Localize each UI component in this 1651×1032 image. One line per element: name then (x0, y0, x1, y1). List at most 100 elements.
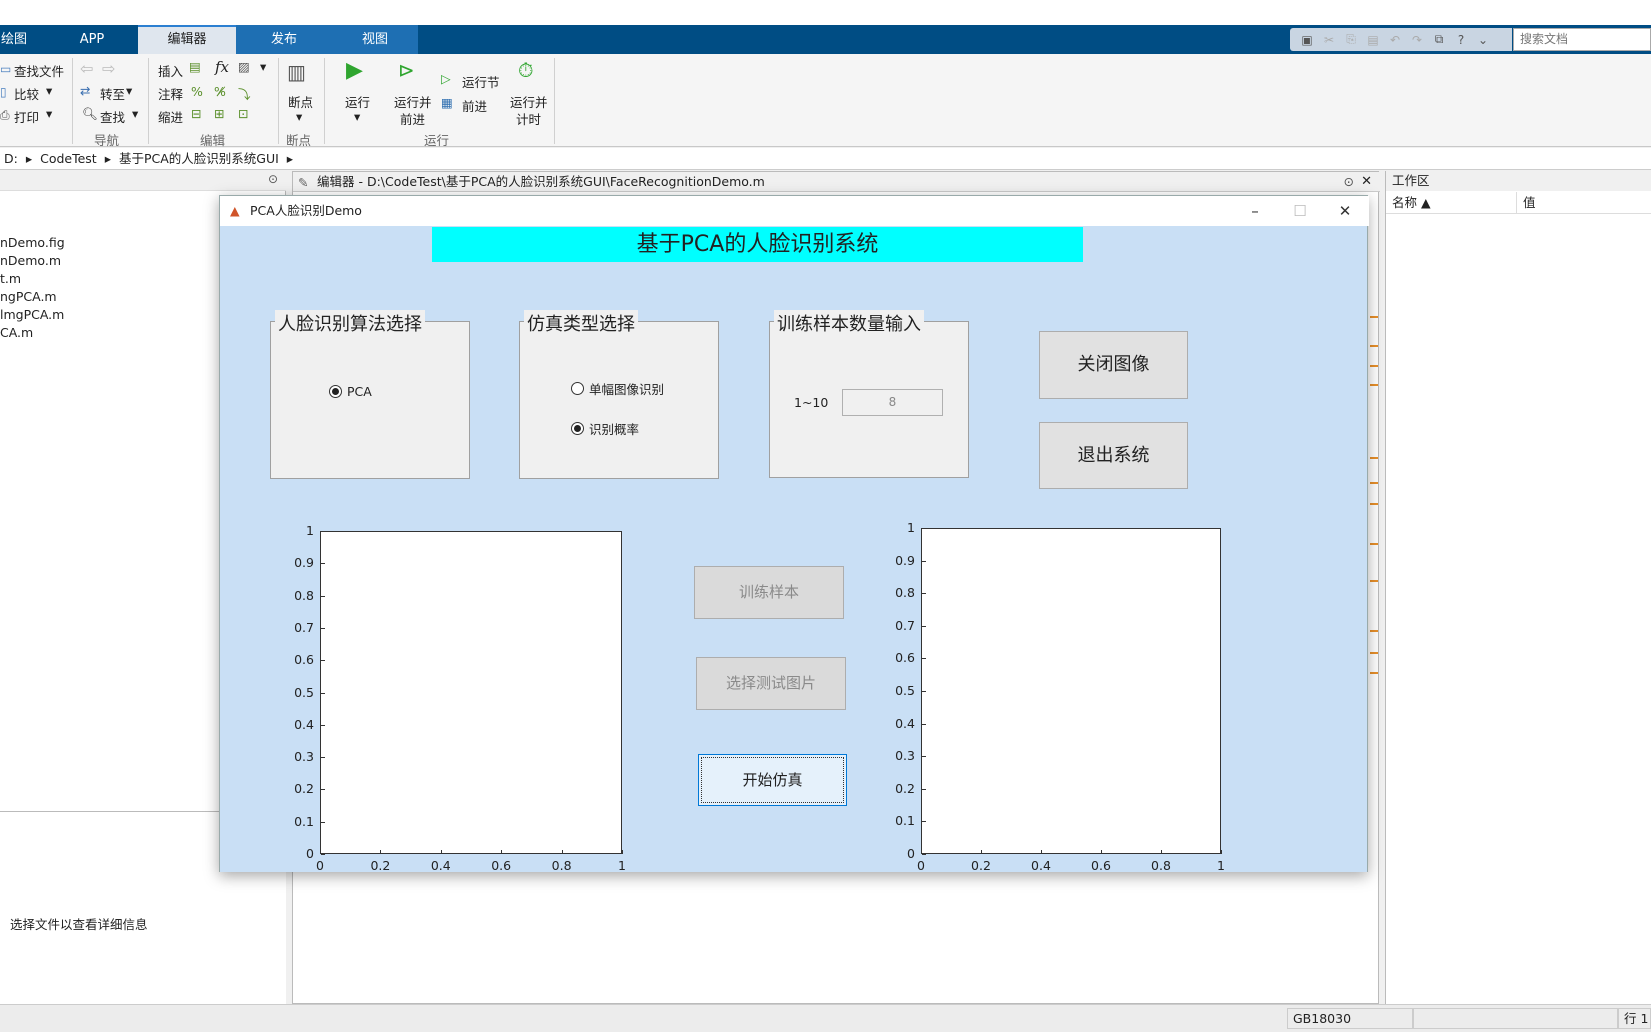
close-icon[interactable]: ✕ (1361, 172, 1372, 192)
code-analyzer-mark[interactable] (1370, 345, 1378, 347)
window-title-bar[interactable]: ▲ PCA人脸识别Demo – ☐ ✕ (220, 196, 1369, 226)
panel-menu-icon[interactable]: ⊙ (1344, 172, 1354, 192)
uncomment-icon[interactable]: %̸ (214, 84, 226, 99)
file-list-item[interactable]: t.m (0, 271, 21, 286)
search-docs-input[interactable]: 搜索文档 (1513, 28, 1651, 51)
file-list-item[interactable]: nDemo.m (0, 253, 61, 268)
cut-icon[interactable]: ✂ (1320, 31, 1338, 49)
percent-icon[interactable]: % (191, 84, 203, 99)
increase-indent-icon[interactable]: ⊡ (238, 106, 248, 121)
switch-window-icon[interactable]: ⧉ (1430, 31, 1448, 49)
file-list-item[interactable]: lmgPCA.m (0, 307, 64, 322)
insert-button[interactable]: 插入 (158, 61, 183, 80)
run-icon[interactable]: ▶ (346, 58, 363, 83)
code-analyzer-mark[interactable] (1370, 316, 1378, 318)
run-section-button[interactable]: 运行节 (462, 72, 500, 91)
x-tick-label: 0.4 (1031, 858, 1051, 873)
code-analyzer-mark[interactable] (1370, 672, 1378, 674)
column-divider[interactable] (1516, 192, 1517, 214)
quick-access-toolbar: ▣ ✂ ⎘ ▤ ↶ ↷ ⧉ ? ⌄ (1290, 28, 1512, 51)
file-list-item[interactable]: nDemo.fig (0, 235, 65, 250)
find-icon: 🔍︎ (82, 106, 98, 121)
undo-icon[interactable]: ↶ (1386, 31, 1404, 49)
code-analyzer-mark[interactable] (1370, 580, 1378, 582)
back-icon[interactable]: ⇦ (80, 59, 93, 78)
train-samples-button[interactable]: 训练样本 (694, 566, 844, 619)
minimize-icon[interactable]: – (1233, 196, 1277, 226)
training-samples-panel-title: 训练样本数量输入 (774, 310, 924, 336)
print-icon: ⎙ (0, 108, 10, 122)
y-tick-mark (321, 854, 325, 855)
code-analyzer-mark[interactable] (1370, 543, 1378, 545)
tab-publish[interactable]: 发布 (236, 25, 332, 54)
close-icon[interactable]: ✕ (1323, 196, 1367, 226)
pca-radio[interactable]: PCA (329, 384, 372, 399)
compare-dropdown-icon[interactable]: ▾ (46, 83, 52, 98)
compare-icon: ▯ (0, 85, 7, 99)
file-list-item[interactable]: ngPCA.m (0, 289, 57, 304)
run-and-time-icon[interactable]: ⏱ (518, 58, 534, 82)
help-icon[interactable]: ? (1452, 31, 1470, 49)
tab-plots[interactable]: 绘图 (0, 25, 28, 54)
start-simulation-button[interactable]: 开始仿真 (698, 754, 847, 806)
compare-button[interactable]: 比较 (14, 84, 39, 103)
run-dropdown-icon[interactable]: ▾ (354, 109, 360, 124)
advance-button[interactable]: 前进 (462, 96, 487, 115)
redo-icon[interactable]: ↷ (1408, 31, 1426, 49)
forward-icon[interactable]: ⇨ (102, 59, 115, 78)
close-image-button[interactable]: 关闭图像 (1039, 331, 1188, 399)
print-button[interactable]: 打印 (14, 107, 39, 126)
insert-section-icon[interactable]: ▤ (189, 59, 201, 74)
exit-system-button[interactable]: 退出系统 (1039, 422, 1188, 489)
x-tick-mark (1041, 850, 1042, 854)
column-header-value[interactable]: 值 (1523, 192, 1536, 214)
tab-editor[interactable]: 编辑器 (138, 25, 236, 54)
save-icon[interactable]: ▣ (1298, 31, 1316, 49)
insert-dropdown-icon[interactable]: ▾ (260, 59, 266, 74)
sample-count-input[interactable]: 8 (842, 389, 943, 416)
code-analyzer-mark[interactable] (1370, 630, 1378, 632)
code-analyzer-mark[interactable] (1370, 482, 1378, 484)
run-and-advance-icon[interactable]: ⊳ (398, 58, 415, 82)
breadcrumb-drive[interactable]: D: (4, 151, 18, 166)
tab-apps[interactable]: APP (68, 25, 116, 54)
code-analyzer-mark[interactable] (1370, 365, 1378, 367)
address-bar[interactable]: D: ▸ CodeTest ▸ 基于PCA的人脸识别系统GUI ▸ (0, 148, 1651, 170)
fx-icon[interactable]: fx (215, 58, 229, 76)
print-dropdown-icon[interactable]: ▾ (46, 106, 52, 121)
code-analyzer-mark[interactable] (1370, 503, 1378, 505)
code-analyzer-mark[interactable] (1370, 384, 1378, 386)
file-list-item[interactable]: CA.m (0, 325, 33, 340)
breadcrumb-folder[interactable]: 基于PCA的人脸识别系统GUI (119, 151, 279, 166)
ribbon-tab-bar: 绘图 APP 编辑器 发布 视图 ▣ ✂ ⎘ ▤ ↶ ↷ ⧉ ? ⌄ 搜索文档 (0, 25, 1651, 54)
x-tick-mark (501, 850, 503, 854)
breadcrumb-folder[interactable]: CodeTest (40, 151, 97, 166)
breakpoint-dropdown-icon[interactable]: ▾ (296, 109, 302, 124)
goto-dropdown-icon[interactable]: ▾ (126, 83, 132, 98)
function-icon[interactable]: ▨ (238, 59, 250, 74)
maximize-icon[interactable]: ☐ (1278, 196, 1322, 226)
find-button[interactable]: 查找 (100, 107, 125, 126)
indent-button[interactable]: 缩进 (158, 107, 183, 126)
goto-button[interactable]: 转至 (100, 84, 125, 103)
find-dropdown-icon[interactable]: ▾ (132, 106, 138, 121)
tab-view[interactable]: 视图 (332, 25, 418, 54)
recognition-rate-radio[interactable]: 识别概率 (571, 419, 639, 438)
comment-button[interactable]: 注释 (158, 84, 183, 103)
smart-indent-icon[interactable]: ⊟ (191, 106, 201, 121)
code-analyzer-mark[interactable] (1370, 457, 1378, 459)
breakpoint-icon[interactable]: ▥ (287, 60, 306, 84)
column-header-name[interactable]: 名称 ▲ (1392, 192, 1431, 214)
code-analyzer-mark[interactable] (1370, 652, 1378, 654)
paste-icon[interactable]: ▤ (1364, 31, 1382, 49)
single-image-radio[interactable]: 单幅图像识别 (571, 379, 664, 398)
find-files-button[interactable]: 查找文件 (14, 61, 64, 80)
panel-menu-icon[interactable]: ⊙ (268, 172, 278, 186)
editor-icon: ✎ (298, 175, 309, 190)
chevron-down-icon[interactable]: ⌄ (1474, 31, 1492, 49)
wrap-comment-icon[interactable]: ⤵ (238, 84, 251, 103)
decrease-indent-icon[interactable]: ⊞ (214, 106, 224, 121)
select-test-image-button[interactable]: 选择测试图片 (696, 657, 846, 710)
y-tick-mark (922, 593, 926, 595)
copy-icon[interactable]: ⎘ (1342, 31, 1360, 49)
